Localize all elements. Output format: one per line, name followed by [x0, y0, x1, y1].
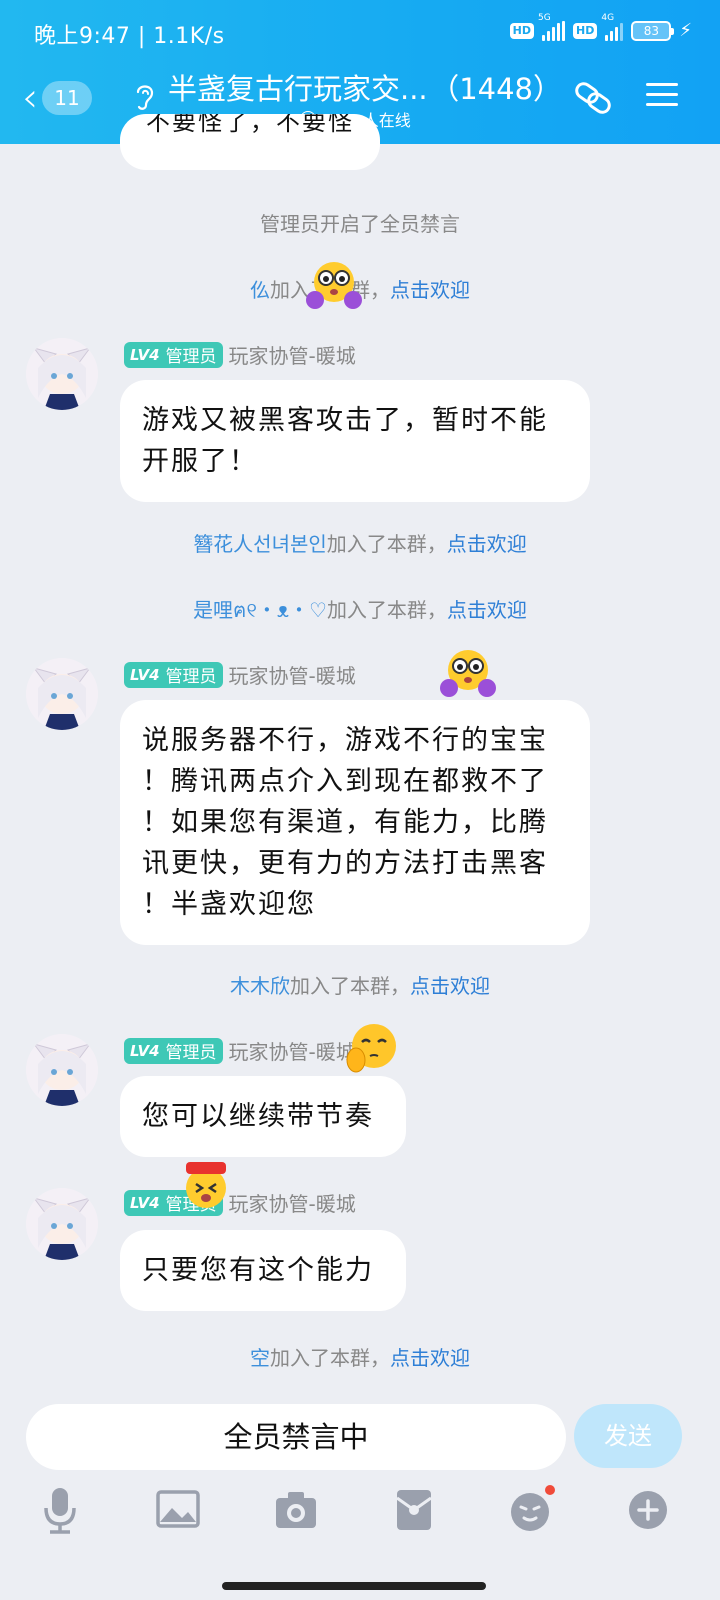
sender-name[interactable]: 玩家协管-暖城	[229, 1188, 356, 1217]
welcome-link[interactable]: 点击欢迎	[390, 1346, 470, 1370]
sender-name[interactable]: 玩家协管-暖城	[229, 1036, 356, 1065]
message-bubble[interactable]: 只要您有这个能力	[120, 1230, 406, 1311]
hd-icon: HD	[573, 22, 598, 39]
message-bubble[interactable]: 您可以继续带节奏	[120, 1076, 406, 1157]
chevron-left-icon: ‹	[22, 75, 38, 121]
sender-info: LV4 管理员 玩家协管-暖城	[124, 1036, 356, 1065]
avatar[interactable]	[26, 338, 98, 410]
thinking-emoji-sticker	[346, 1024, 396, 1073]
send-button[interactable]: 发送	[574, 1404, 682, 1468]
ear-icon[interactable]	[132, 80, 158, 112]
cheer-emoji-sticker	[306, 262, 362, 309]
welcome-link[interactable]: 点击欢迎	[447, 532, 527, 556]
message-bubble[interactable]: 不要怪了，不要怪	[120, 114, 380, 170]
admin-badge: LV4 管理员	[124, 341, 223, 368]
chat-area[interactable]: 不要怪了，不要怪 管理员开启了全员禁言 仫加入了本群，点击欢迎 LV4管理员 玩…	[0, 114, 720, 1398]
status-icons: HD 5G HD 4G 83 ⚡	[509, 13, 692, 41]
message-bubble[interactable]: 游戏又被黑客攻击了，暂时不能 开服了！	[120, 380, 590, 502]
image-icon[interactable]	[150, 1482, 206, 1538]
join-notice: 木木欣加入了本群，点击欢迎	[230, 974, 490, 998]
battery-icon: 83	[631, 20, 675, 41]
admin-badge: LV4 管理员	[124, 1037, 223, 1064]
welcome-emoji-sticker	[186, 1162, 226, 1208]
back-button[interactable]: ‹ 11	[22, 78, 112, 118]
charging-icon: ⚡	[679, 20, 692, 41]
red-packet-icon[interactable]	[386, 1482, 442, 1538]
sender-name[interactable]: 玩家协管-暖城	[229, 340, 356, 369]
avatar[interactable]	[26, 658, 98, 730]
welcome-link[interactable]: 点击欢迎	[390, 278, 470, 302]
sender-info: LV4 管理员 玩家协管-暖城	[124, 660, 356, 689]
status-time: 晚上9:47 | 1.1K/s	[34, 24, 225, 49]
menu-icon	[638, 83, 686, 106]
plus-icon[interactable]	[620, 1482, 676, 1538]
system-notice-mute: 管理员开启了全员禁言	[260, 212, 460, 236]
join-notice: 是哩ฅ୧・ᴥ・♡加入了本群，点击欢迎	[193, 598, 527, 622]
toolbar	[0, 1482, 720, 1542]
signal-4g-icon: 4G	[601, 13, 624, 41]
menu-button[interactable]	[638, 76, 686, 120]
mic-icon[interactable]	[32, 1482, 88, 1538]
emoji-icon[interactable]	[504, 1482, 560, 1538]
unread-count-badge: 11	[42, 81, 92, 115]
status-bar: 晚上9:47 | 1.1K/s HD 5G HD 4G 83 ⚡	[0, 0, 720, 68]
message-input[interactable]: 全员禁言中	[26, 1404, 566, 1470]
cheer-emoji-sticker	[440, 650, 496, 697]
group-name: 半盏复古行玩家交...	[168, 72, 428, 106]
member-count: （1448）	[430, 72, 562, 106]
link-icon[interactable]	[570, 76, 618, 120]
input-area: 全员禁言中 发送	[0, 1398, 720, 1600]
home-indicator[interactable]	[222, 1582, 486, 1590]
avatar[interactable]	[26, 1188, 98, 1260]
join-notice: 簪花人선녀본인加入了本群，点击欢迎	[193, 532, 527, 556]
hd-icon: HD	[509, 22, 535, 39]
sender-info: LV4 管理员 玩家协管-暖城	[124, 1188, 356, 1217]
message-bubble[interactable]: 说服务器不行，游戏不行的宝宝 ！腾讯两点介入到现在都救不了 ！如果您有渠道，有能…	[120, 700, 590, 945]
admin-badge: LV4 管理员	[124, 661, 223, 688]
sender-name[interactable]: 玩家协管-暖城	[229, 660, 356, 689]
avatar[interactable]	[26, 1034, 98, 1106]
group-title[interactable]: 半盏复古行玩家交... （1448）	[168, 66, 562, 108]
welcome-link[interactable]: 点击欢迎	[447, 598, 527, 622]
welcome-link[interactable]: 点击欢迎	[410, 974, 490, 998]
sender-info: LV4 管理员 玩家协管-暖城	[124, 340, 356, 369]
signal-5g-icon: 5G	[538, 13, 566, 41]
notification-dot	[545, 1485, 555, 1495]
join-notice: 空加入了本群，点击欢迎	[250, 1346, 470, 1370]
camera-icon[interactable]	[268, 1482, 324, 1538]
